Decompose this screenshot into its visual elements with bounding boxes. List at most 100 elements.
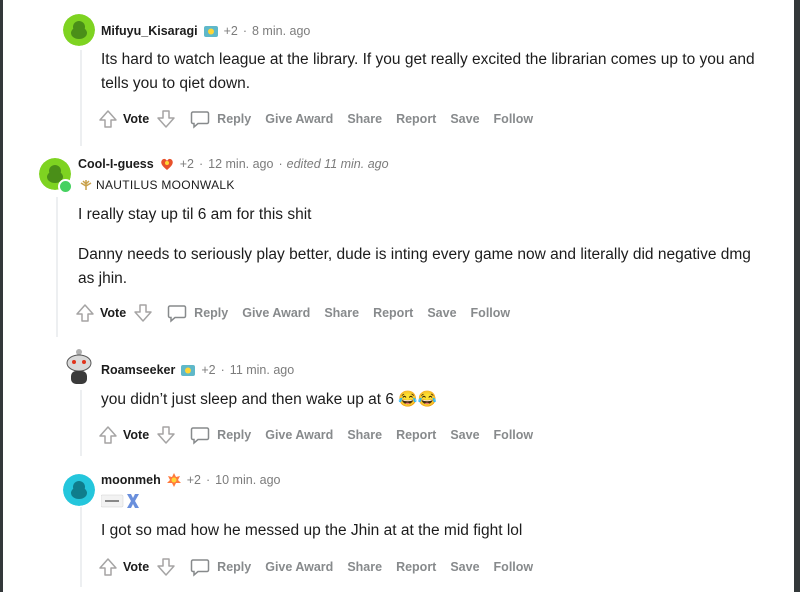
- give-award-button[interactable]: Give Award: [265, 428, 333, 442]
- vote-label: Vote: [123, 428, 150, 442]
- award-count[interactable]: +2: [224, 24, 238, 38]
- save-label: Save: [450, 112, 480, 126]
- upvote-arrow-icon[interactable]: [97, 556, 119, 578]
- report-button[interactable]: Report: [396, 112, 436, 126]
- follow-label: Follow: [493, 428, 534, 442]
- comment-moonmeh: moonmeh +2 · 10 min. ago I got so mad ho…: [0, 460, 800, 592]
- reply-button[interactable]: Reply: [189, 556, 251, 578]
- share-label: Share: [347, 428, 383, 442]
- reply-button[interactable]: Reply: [189, 108, 251, 130]
- upvote-arrow-icon[interactable]: [97, 108, 119, 130]
- save-button[interactable]: Save: [450, 428, 479, 442]
- avatar[interactable]: [62, 346, 96, 386]
- downvote-arrow-icon[interactable]: [132, 302, 154, 324]
- vote-group: Vote: [97, 424, 177, 446]
- share-button[interactable]: Share: [347, 428, 382, 442]
- snoo-avatar-icon: [63, 14, 95, 46]
- give-award-label: Give Award: [242, 306, 311, 320]
- report-button[interactable]: Report: [396, 428, 436, 442]
- user-flair-text: NAUTILUS MOONWALK: [96, 178, 235, 192]
- username[interactable]: Cool-I-guess: [78, 157, 154, 171]
- reply-label: Reply: [194, 306, 229, 320]
- comment-actions: Vote Reply Give Award Share Report Save …: [97, 108, 547, 130]
- downvote-arrow-icon[interactable]: [155, 108, 177, 130]
- downvote-arrow-icon[interactable]: [155, 556, 177, 578]
- reply-label: Reply: [217, 428, 252, 442]
- vote-group: Vote: [97, 108, 177, 130]
- comment-roamseeker: Roamseeker +2 · 11 min. ago you didn’t j…: [0, 340, 800, 460]
- vote-group: Vote: [74, 302, 154, 324]
- vote-group: Vote: [97, 556, 177, 578]
- upvote-arrow-icon[interactable]: [97, 424, 119, 446]
- comment-paragraph: Danny needs to seriously play better, du…: [78, 246, 751, 287]
- comment-bubble-icon: [167, 305, 187, 323]
- username[interactable]: Roamseeker: [101, 363, 175, 377]
- comment-body: I got so mad how he messed up the Jhin a…: [101, 519, 781, 543]
- award-count[interactable]: +2: [187, 473, 201, 487]
- give-award-button[interactable]: Give Award: [265, 560, 333, 574]
- comment-mifuyu: Mifuyu_Kisaragi +2 · 8 min. ago Its hard…: [0, 0, 800, 140]
- award-badge-icon: [166, 473, 181, 487]
- comment-body: I really stay up til 6 am for this shit …: [78, 203, 768, 291]
- follow-button[interactable]: Follow: [471, 306, 511, 320]
- comment-actions: Vote Reply Give Award Share Report Save …: [97, 556, 547, 578]
- user-flair-emoji-icon: [101, 492, 145, 510]
- follow-label: Follow: [493, 560, 534, 574]
- comment-paragraph: I really stay up til 6 am for this shit: [78, 206, 312, 223]
- give-award-button[interactable]: Give Award: [242, 306, 310, 320]
- follow-button[interactable]: Follow: [494, 112, 534, 126]
- nautilus-flair-icon: [80, 180, 92, 190]
- downvote-arrow-icon[interactable]: [155, 424, 177, 446]
- snoo-avatar-icon: [66, 349, 92, 384]
- vote-label: Vote: [123, 112, 150, 126]
- timestamp[interactable]: 10 min. ago: [215, 473, 280, 487]
- report-button[interactable]: Report: [396, 560, 436, 574]
- comment-body: Its hard to watch league at the library.…: [101, 48, 781, 96]
- give-award-label: Give Award: [265, 428, 334, 442]
- award-badge-icon: [203, 26, 218, 37]
- comment-body: you didn’t just sleep and then wake up a…: [101, 388, 781, 412]
- username[interactable]: Mifuyu_Kisaragi: [101, 24, 198, 38]
- follow-button[interactable]: Follow: [494, 428, 534, 442]
- comment-actions: Vote Reply Give Award Share Report Save …: [74, 302, 524, 324]
- reply-button[interactable]: Reply: [189, 424, 251, 446]
- avatar[interactable]: [63, 474, 95, 506]
- share-button[interactable]: Share: [347, 560, 382, 574]
- save-button[interactable]: Save: [450, 112, 479, 126]
- save-button[interactable]: Save: [427, 306, 456, 320]
- comment-bubble-icon: [190, 427, 210, 445]
- follow-label: Follow: [493, 112, 534, 126]
- upvote-arrow-icon[interactable]: [74, 302, 96, 324]
- follow-label: Follow: [470, 306, 511, 320]
- give-award-label: Give Award: [265, 112, 334, 126]
- reply-button[interactable]: Reply: [166, 302, 228, 324]
- award-count[interactable]: +2: [180, 157, 194, 171]
- avatar[interactable]: [63, 14, 95, 46]
- report-button[interactable]: Report: [373, 306, 413, 320]
- report-label: Report: [373, 306, 414, 320]
- save-button[interactable]: Save: [450, 560, 479, 574]
- report-label: Report: [396, 428, 437, 442]
- username[interactable]: moonmeh: [101, 473, 161, 487]
- follow-button[interactable]: Follow: [494, 560, 534, 574]
- save-label: Save: [427, 306, 457, 320]
- reply-label: Reply: [217, 112, 252, 126]
- timestamp[interactable]: 8 min. ago: [252, 24, 310, 38]
- timestamp[interactable]: 12 min. ago: [208, 157, 273, 171]
- vote-label: Vote: [100, 306, 127, 320]
- award-badge-icon: [160, 158, 173, 170]
- award-count[interactable]: +2: [201, 363, 215, 377]
- share-label: Share: [324, 306, 360, 320]
- give-award-button[interactable]: Give Award: [265, 112, 333, 126]
- reply-label: Reply: [217, 560, 252, 574]
- report-label: Report: [396, 112, 437, 126]
- timestamp[interactable]: 11 min. ago: [230, 363, 294, 377]
- share-label: Share: [347, 560, 383, 574]
- share-button[interactable]: Share: [324, 306, 359, 320]
- online-status-indicator: [58, 179, 73, 194]
- comment-bubble-icon: [190, 559, 210, 577]
- edited-timestamp: edited 11 min. ago: [286, 157, 389, 171]
- save-label: Save: [450, 560, 480, 574]
- comment-bubble-icon: [190, 111, 210, 129]
- share-button[interactable]: Share: [347, 112, 382, 126]
